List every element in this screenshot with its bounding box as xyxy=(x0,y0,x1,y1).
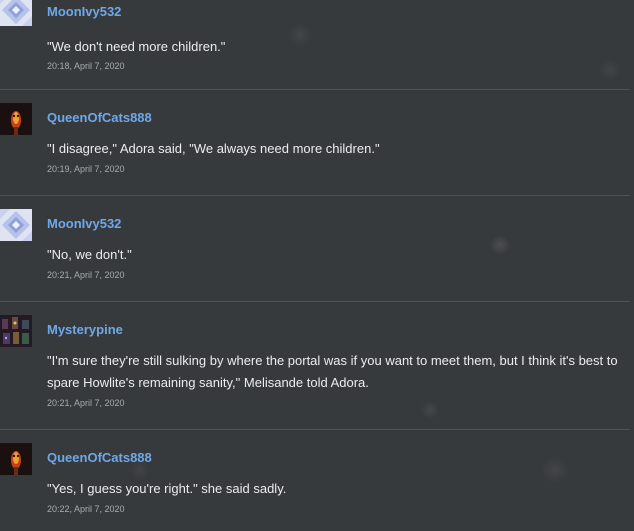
comment-item: Mysterypine "I'm sure they're still sulk… xyxy=(0,302,630,430)
comment-message: "No, we don't." xyxy=(47,247,132,262)
queenofcats-avatar-icon[interactable] xyxy=(0,103,32,135)
comment-timestamp: 20:22, April 7, 2020 xyxy=(47,504,125,514)
comment-timestamp: 20:18, April 7, 2020 xyxy=(47,61,125,71)
comment-message: "Yes, I guess you're right." she said sa… xyxy=(47,481,287,496)
queenofcats-avatar-icon[interactable] xyxy=(0,443,32,475)
moonivy-avatar-icon[interactable] xyxy=(0,0,32,26)
moonivy-avatar-icon[interactable] xyxy=(0,209,32,241)
comment-username[interactable]: MoonIvy532 xyxy=(47,216,121,231)
comment-message: "We don't need more children." xyxy=(47,39,226,54)
comment-item: QueenOfCats888 "I disagree," Adora said,… xyxy=(0,90,630,196)
comment-timestamp: 20:21, April 7, 2020 xyxy=(47,270,125,280)
comment-message: "I disagree," Adora said, "We always nee… xyxy=(47,141,380,156)
comment-timestamp: 20:19, April 7, 2020 xyxy=(47,164,125,174)
comment-username[interactable]: QueenOfCats888 xyxy=(47,450,152,465)
comment-username[interactable]: QueenOfCats888 xyxy=(47,110,152,125)
comment-message: "I'm sure they're still sulking by where… xyxy=(47,353,618,390)
comment-item: MoonIvy532 "We don't need more children.… xyxy=(0,0,630,90)
comment-item: QueenOfCats888 "Yes, I guess you're righ… xyxy=(0,430,630,530)
comment-timestamp: 20:21, April 7, 2020 xyxy=(47,398,125,408)
comment-username[interactable]: Mysterypine xyxy=(47,322,123,337)
mysterypine-avatar-icon[interactable] xyxy=(0,315,32,347)
comment-item: MoonIvy532 "No, we don't." 20:21, April … xyxy=(0,196,630,302)
comment-list: MoonIvy532 "We don't need more children.… xyxy=(0,0,630,530)
comment-username[interactable]: MoonIvy532 xyxy=(47,4,121,19)
